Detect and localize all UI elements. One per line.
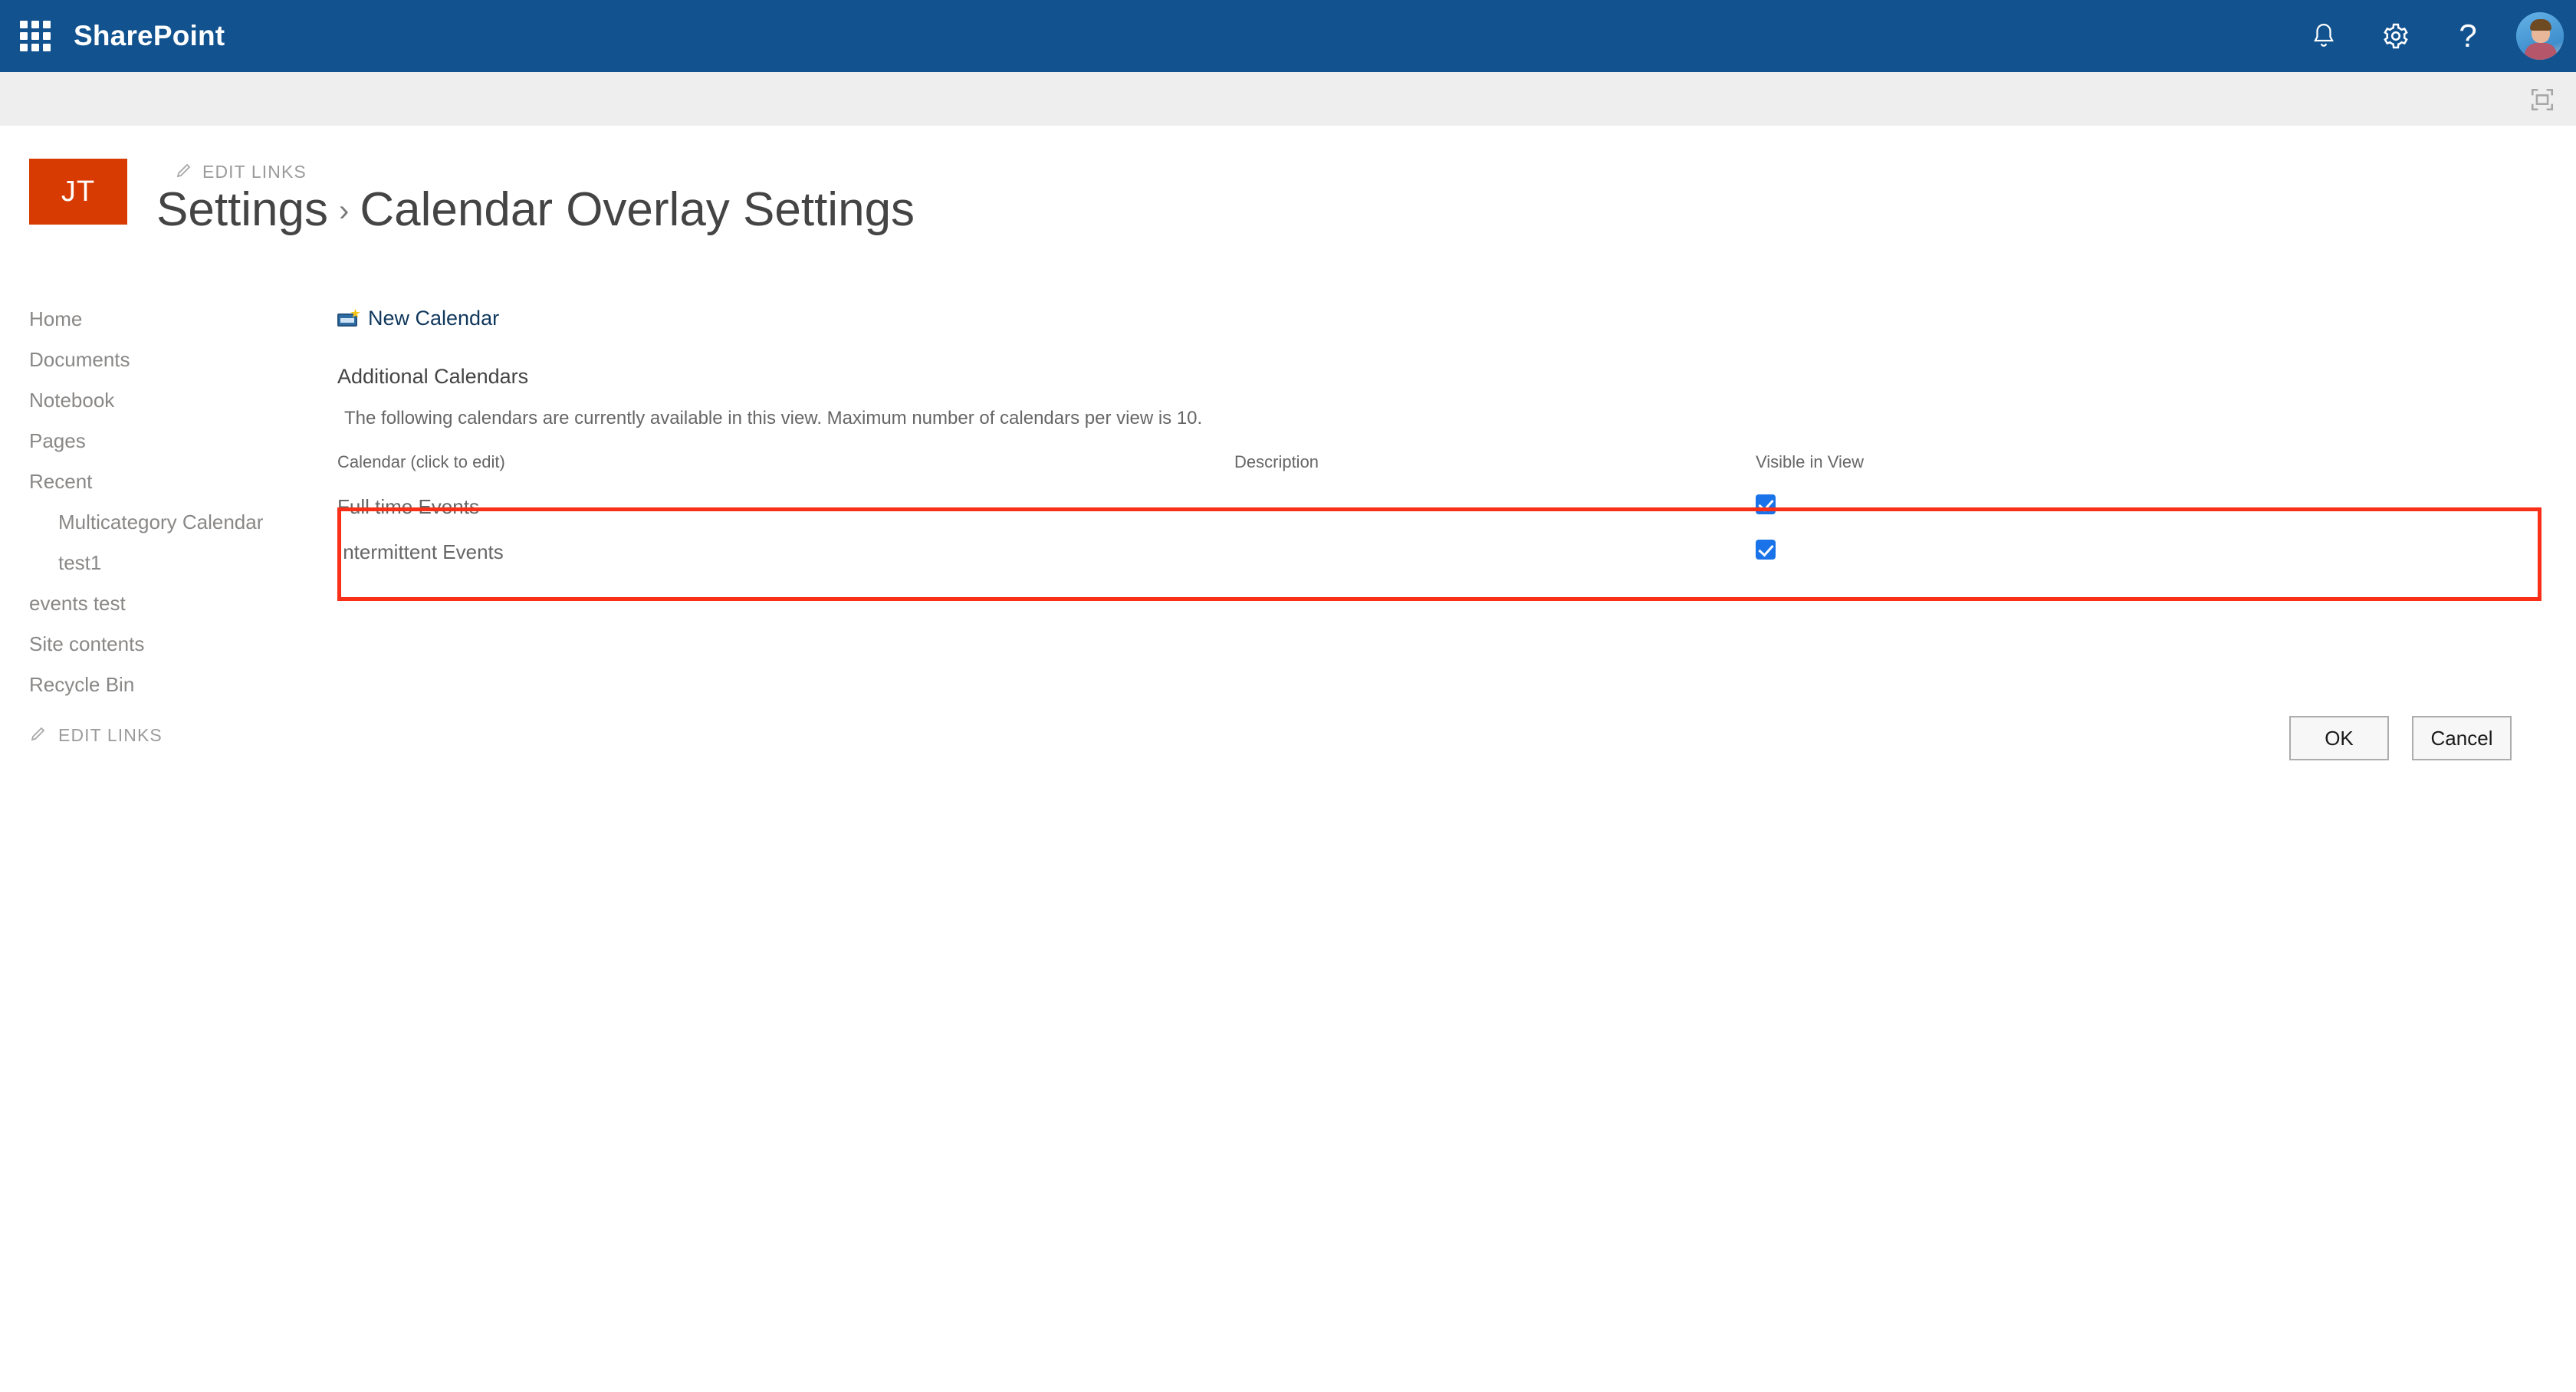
help-glyph: ? xyxy=(2459,18,2477,54)
column-header-calendar: Calendar (click to edit) xyxy=(337,451,505,471)
row-spacer-cell xyxy=(2078,530,2530,575)
table-body: Full time Events Intermittent Events xyxy=(337,484,2530,575)
section-title: Additional Calendars xyxy=(337,364,529,388)
waffle-dot xyxy=(43,32,51,40)
column-header-description: Description xyxy=(1234,451,1319,471)
secondary-suite-bar xyxy=(0,72,2576,126)
suite-actions: ? xyxy=(2288,0,2576,72)
cancel-button[interactable]: Cancel xyxy=(2412,716,2512,760)
breadcrumb: Settings › Calendar Overlay Settings xyxy=(156,182,915,237)
new-calendar-icon-inner xyxy=(340,317,354,323)
calendar-visible-cell xyxy=(1756,530,2078,575)
new-calendar-label: New Calendar xyxy=(368,307,500,330)
edit-links-bottom-label: EDIT LINKS xyxy=(58,725,163,745)
calendar-name-cell: Intermittent Events xyxy=(337,530,1234,575)
edit-links-top-button[interactable]: EDIT LINKS xyxy=(175,161,307,183)
breadcrumb-current: Calendar Overlay Settings xyxy=(360,183,915,236)
table-header: Calendar (click to edit) Description Vis… xyxy=(337,452,2530,484)
new-calendar-link[interactable]: New Calendar xyxy=(337,307,499,330)
sidebar-item-notebook[interactable]: Notebook xyxy=(0,380,322,421)
waffle-dot xyxy=(31,32,39,40)
sidebar-item-recycle-bin[interactable]: Recycle Bin xyxy=(0,665,322,705)
table-row: Intermittent Events xyxy=(337,530,2530,575)
avatar-hair xyxy=(2530,19,2551,31)
ok-button[interactable]: OK xyxy=(2289,716,2389,760)
waffle-dot xyxy=(20,44,28,51)
waffle-dot xyxy=(31,44,39,51)
suite-bar: SharePoint ? xyxy=(0,0,2576,72)
sidebar-item-multicategory-calendar[interactable]: Multicategory Calendar xyxy=(0,502,322,543)
edit-links-bottom-button[interactable]: EDIT LINKS xyxy=(29,724,163,747)
pencil-icon xyxy=(29,724,48,747)
main-content: New Calendar Additional Calendars The fo… xyxy=(337,307,2561,575)
sidebar-item-site-contents[interactable]: Site contents xyxy=(0,624,322,665)
calendar-description-cell xyxy=(1234,484,1756,530)
table-header-row: Calendar (click to edit) Description Vis… xyxy=(337,452,2530,484)
waffle-dot xyxy=(20,32,28,40)
section-description: The following calendars are currently av… xyxy=(344,407,1203,428)
avatar-body xyxy=(2525,43,2557,60)
sidebar-item-recent[interactable]: Recent xyxy=(0,461,322,502)
site-logo[interactable]: JT xyxy=(29,159,127,225)
app-launcher-waffle-icon[interactable] xyxy=(20,21,51,51)
row-spacer-cell xyxy=(2078,484,2530,530)
calendar-description-cell xyxy=(1234,530,1756,575)
table-row: Full time Events xyxy=(337,484,2530,530)
additional-calendars-table: Calendar (click to edit) Description Vis… xyxy=(337,452,2530,575)
calendar-visible-cell xyxy=(1756,484,2078,530)
sidebar-item-test1[interactable]: test1 xyxy=(0,543,322,583)
calendar-link-intermittent-events[interactable]: Intermittent Events xyxy=(337,540,504,563)
sidebar-item-documents[interactable]: Documents xyxy=(0,340,322,380)
column-header-spacer xyxy=(2078,452,2530,484)
left-navigation: Home Documents Notebook Pages Recent Mul… xyxy=(0,299,322,705)
calendar-name-cell: Full time Events xyxy=(337,484,1234,530)
waffle-dot xyxy=(43,44,51,51)
sidebar-item-home[interactable]: Home xyxy=(0,299,322,340)
gear-icon[interactable] xyxy=(2360,0,2432,72)
waffle-dot xyxy=(43,21,51,28)
focus-on-content-icon[interactable] xyxy=(2525,83,2559,117)
sharepoint-brand-link[interactable]: SharePoint xyxy=(74,20,225,52)
sidebar-item-events-test[interactable]: events test xyxy=(0,583,322,624)
calendar-link-full-time-events[interactable]: Full time Events xyxy=(337,495,479,518)
visible-in-view-checkbox-intermittent-events[interactable] xyxy=(1756,539,1776,560)
waffle-dot xyxy=(31,21,39,28)
column-header-visible: Visible in View xyxy=(1756,451,1865,471)
breadcrumb-parent[interactable]: Settings xyxy=(156,183,328,236)
new-calendar-icon xyxy=(337,308,360,329)
form-action-buttons: OK Cancel xyxy=(2289,716,2512,760)
visible-in-view-checkbox-full-time-events[interactable] xyxy=(1756,494,1776,514)
pencil-icon xyxy=(175,161,193,183)
edit-links-top-label: EDIT LINKS xyxy=(202,162,307,182)
avatar[interactable] xyxy=(2504,0,2576,72)
sidebar-item-pages[interactable]: Pages xyxy=(0,421,322,461)
bell-icon[interactable] xyxy=(2288,0,2360,72)
question-mark-icon[interactable]: ? xyxy=(2432,0,2504,72)
breadcrumb-separator: › xyxy=(339,194,350,228)
avatar-image xyxy=(2516,12,2564,60)
waffle-dot xyxy=(20,21,28,28)
